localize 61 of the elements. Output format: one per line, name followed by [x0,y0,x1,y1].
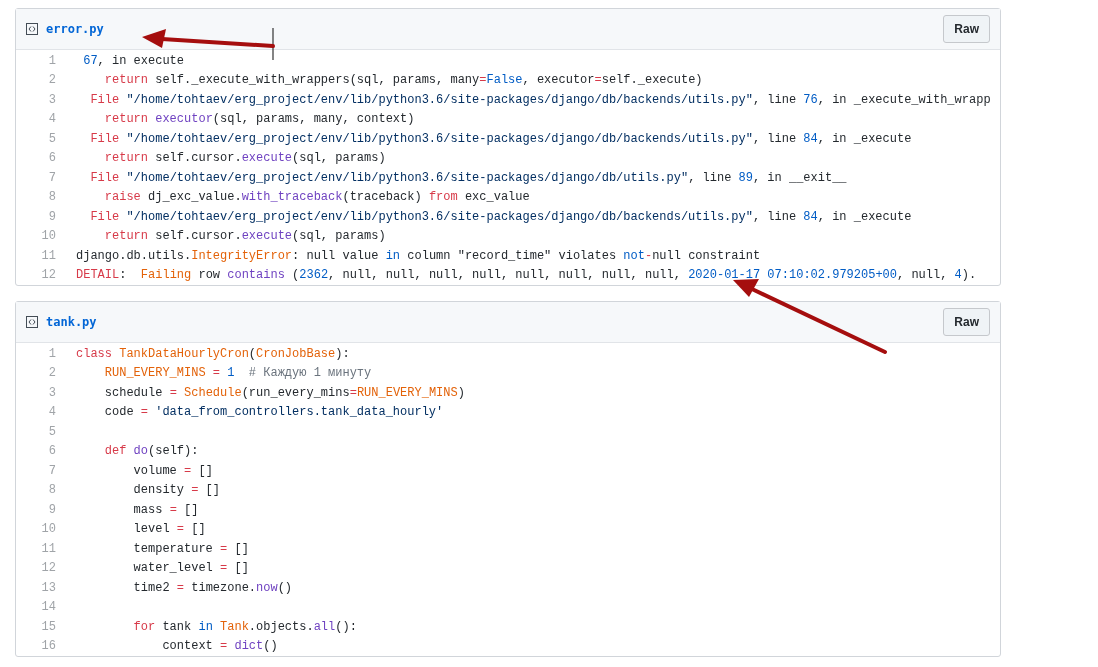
code-line: for tank in Tank.objects.all(): [132,619,357,634]
code-line: mass = [] [132,502,199,517]
line-number: 3 [47,385,56,400]
line-number: 12 [40,268,56,283]
line-number: 16 [40,639,56,654]
line-number: 11 [40,248,56,263]
code-line: DETAIL: Failing row contains (2362, null, null, null, null, null, null, null, null, 2020-01-17 07:10:02.979205+00, null, 4). [75,268,977,283]
line-number: 2 [47,366,56,381]
line-number: 3 [47,92,56,107]
code-line: raise dj_exc_value.with_traceback(traceback) from exc_value [103,190,530,205]
line-number: 14 [40,600,56,615]
line-number: 11 [40,541,56,556]
line-number: 8 [47,190,56,205]
line-number: 8 [47,483,56,498]
line-number: 1 [47,346,56,361]
line-number: 10 [40,522,56,537]
code-line: return self._execute_with_wrappers(sql, params, many=False, executor=self._execute) [103,73,703,88]
raw-button[interactable]: Raw [943,308,990,336]
code-line: django.db.utils.IntegrityError: null value in column "record_time" violates not-null constraint [75,248,761,263]
code-line: temperature = [] [132,541,249,556]
line-number: 12 [40,561,56,576]
code-line: density = [] [132,483,221,498]
code-line: schedule = Schedule(run_every_mins=RUN_EVERY_MINS) [103,385,465,400]
code-line: File "/home/tohtaev/erg_project/env/lib/python3.6/site-packages/django/db/backends/utils.py", line 84, in _execute [89,131,912,146]
code-line: volume = [] [132,463,213,478]
line-number: 5 [47,131,56,146]
code-line: File "/home/tohtaev/erg_project/env/lib/python3.6/site-packages/django/db/backends/utils.py", line 84, in _execute [89,209,912,224]
line-number: 13 [40,580,56,595]
code-line: return executor(sql, params, many, context) [103,112,415,127]
code-line: def do(self): [103,444,199,459]
line-number: 4 [47,112,56,127]
line-number: 1 [47,53,56,68]
code-file-icon [26,316,38,328]
code-file-icon [26,23,38,35]
line-number: 6 [47,151,56,166]
code-line: code = 'data_from_controllers.tank_data_hourly' [103,405,444,420]
file-name-link[interactable]: error.py [46,22,104,36]
raw-button[interactable]: Raw [943,15,990,43]
line-number: 7 [47,170,56,185]
line-number: 2 [47,73,56,88]
line-number: 10 [40,229,56,244]
code-line: RUN_EVERY_MINS = 1 # Каждую 1 минуту [103,366,372,381]
code-line: class TankDataHourlyCron(CronJobBase): [75,346,350,361]
line-number: 15 [40,619,56,634]
line-number: 9 [47,502,56,517]
code-line: File "/home/tohtaev/erg_project/env/lib/python3.6/site-packages/django/db/utils.py", line 89, in __exit__ [89,170,847,185]
code-line: water_level = [] [132,561,249,576]
code-line: context = dict() [161,639,278,654]
line-number: 4 [47,405,56,420]
code-line: time2 = timezone.now() [132,580,293,595]
file-name-link[interactable]: tank.py [46,315,97,329]
code-line: level = [] [132,522,206,537]
code-line: File "/home/tohtaev/erg_project/env/lib/python3.6/site-packages/django/db/backends/utils.py", line 76, in _execute_with_wrapp [89,92,991,107]
code-line: 67, in execute [82,53,185,68]
line-number: 6 [47,444,56,459]
line-number: 7 [47,463,56,478]
code-line: return self.cursor.execute(sql, params) [103,229,386,244]
line-number: 5 [47,424,56,439]
line-number: 9 [47,209,56,224]
code-line: return self.cursor.execute(sql, params) [103,151,386,166]
text-cursor-icon [272,27,274,61]
